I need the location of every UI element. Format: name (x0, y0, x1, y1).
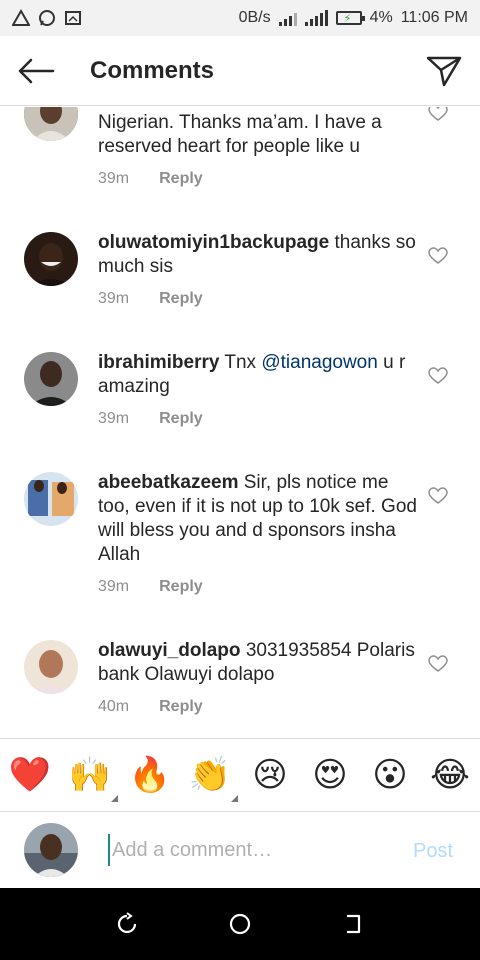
comment-username[interactable]: olawuyi_dolapo (98, 640, 241, 661)
comment-text: oluwatomiyin1backupage thanks so much si… (98, 232, 416, 277)
status-bar: 0B/s ⚡ 4% 11:06 PM (0, 0, 480, 36)
comment-text: abeebatkazeem Sir, pls notice me too, ev… (98, 472, 417, 565)
back-arrow-icon (18, 58, 55, 83)
reply-button[interactable]: Reply (159, 698, 203, 716)
reply-button[interactable]: Reply (159, 290, 203, 308)
home-circle-icon (229, 913, 251, 935)
comment-time: 39m (98, 410, 130, 427)
navigation-bar (0, 888, 480, 960)
skin-tone-indicator (231, 795, 238, 802)
network-speed: 0B/s (238, 9, 271, 26)
signal-icon (278, 10, 297, 26)
comment-item: ibrahimiberry Tnx @tianagowon u r amazin… (0, 347, 480, 467)
avatar[interactable] (24, 640, 78, 694)
back-nav-button[interactable] (333, 904, 373, 944)
emoji-bar: ❤️ 🙌 🔥 👏 😢 😍 😮 😂 (0, 738, 480, 812)
tears-of-joy-face-icon: 😂 (430, 756, 470, 794)
signal-icon-2 (304, 10, 328, 26)
comment-meta: 39m Reply (98, 290, 203, 308)
home-button[interactable] (220, 904, 260, 944)
paper-plane-icon (426, 56, 462, 86)
like-heart-icon[interactable] (428, 487, 448, 505)
header: Comments (0, 36, 480, 106)
comment-meta: 39m Reply (98, 410, 203, 428)
comment-time: 39m (98, 578, 130, 595)
emoji-fire[interactable]: 🔥 (120, 738, 180, 812)
my-avatar (24, 823, 78, 877)
comment-meta: 39m Reply (98, 170, 203, 188)
emoji-tears-of-joy[interactable]: 😂 (420, 738, 480, 812)
like-heart-icon[interactable] (428, 247, 448, 265)
battery-percent: 4% (369, 9, 393, 26)
heart-eyes-face-icon: 😍 (312, 756, 348, 794)
warning-icon (12, 9, 30, 26)
emoji-raising-hands[interactable]: 🙌 (60, 738, 120, 812)
skin-tone-indicator (111, 795, 118, 802)
reply-button[interactable]: Reply (159, 578, 203, 596)
raising-hands-icon: 🙌 (68, 756, 112, 794)
surprised-face-icon: 😮 (372, 756, 408, 794)
emoji-crying-face[interactable]: 😢 (240, 738, 300, 812)
comment-time: 39m (98, 290, 130, 307)
comment-item: olawuyi_dolapo 3031935854 Polaris bank O… (0, 635, 480, 737)
comment-time: 39m (98, 170, 130, 187)
comment-item: Nigerian. Thanks ma’am. I have a reserve… (0, 107, 480, 227)
back-button[interactable] (0, 36, 72, 106)
comment-username[interactable]: oluwatomiyin1backupage (98, 232, 329, 253)
comment-text: olawuyi_dolapo 3031935854 Polaris bank O… (98, 640, 415, 685)
avatar[interactable] (24, 472, 78, 526)
share-button[interactable] (408, 36, 480, 106)
comment-username[interactable]: abeebatkazeem (98, 472, 238, 493)
battery-icon: ⚡ (335, 11, 365, 25)
comment-text: Nigerian. Thanks ma’am. I have a reserve… (98, 112, 382, 157)
recents-button[interactable] (107, 904, 147, 944)
like-heart-icon[interactable] (428, 107, 448, 122)
back-nav-icon (347, 914, 361, 934)
reply-button[interactable]: Reply (159, 170, 203, 188)
comment-meta: 40m Reply (98, 698, 203, 716)
avatar[interactable] (24, 232, 78, 286)
emoji-clapping-hands[interactable]: 👏 (180, 738, 240, 812)
clapping-hands-icon: 👏 (188, 756, 232, 794)
reply-button[interactable]: Reply (159, 410, 203, 428)
avatar[interactable] (24, 107, 78, 141)
red-heart-icon: ❤️ (8, 756, 52, 794)
clock: 11:06 PM (400, 9, 468, 26)
crying-face-icon: 😢 (252, 756, 288, 794)
status-right: 0B/s ⚡ 4% 11:06 PM (239, 9, 468, 27)
comment-item: abeebatkazeem Sir, pls notice me too, ev… (0, 467, 480, 635)
comment-item: oluwatomiyin1backupage thanks so much si… (0, 227, 480, 347)
status-left-icons (12, 9, 82, 27)
fire-icon: 🔥 (128, 756, 172, 794)
comment-input[interactable] (108, 834, 398, 866)
emoji-red-heart[interactable]: ❤️ (0, 738, 60, 812)
recents-icon (117, 912, 136, 934)
emoji-surprised[interactable]: 😮 (360, 738, 420, 812)
screenshot-icon (65, 11, 81, 25)
like-heart-icon[interactable] (428, 655, 448, 673)
comment-text: ibrahimiberry Tnx @tianagowon u r amazin… (98, 352, 406, 397)
compose-bar: Post (0, 812, 480, 888)
comment-meta: 39m Reply (98, 578, 203, 596)
avatar[interactable] (24, 352, 78, 406)
emoji-heart-eyes[interactable]: 😍 (300, 738, 360, 812)
comment-time: 40m (98, 698, 130, 715)
post-button[interactable]: Post (413, 840, 453, 863)
whatsapp-icon (39, 10, 55, 26)
mention-link[interactable]: @tianagowon (261, 352, 377, 373)
page-title: Comments (90, 56, 215, 84)
comments-list[interactable]: Nigerian. Thanks ma’am. I have a reserve… (0, 107, 480, 737)
comment-username[interactable]: ibrahimiberry (98, 352, 219, 373)
like-heart-icon[interactable] (428, 367, 448, 385)
